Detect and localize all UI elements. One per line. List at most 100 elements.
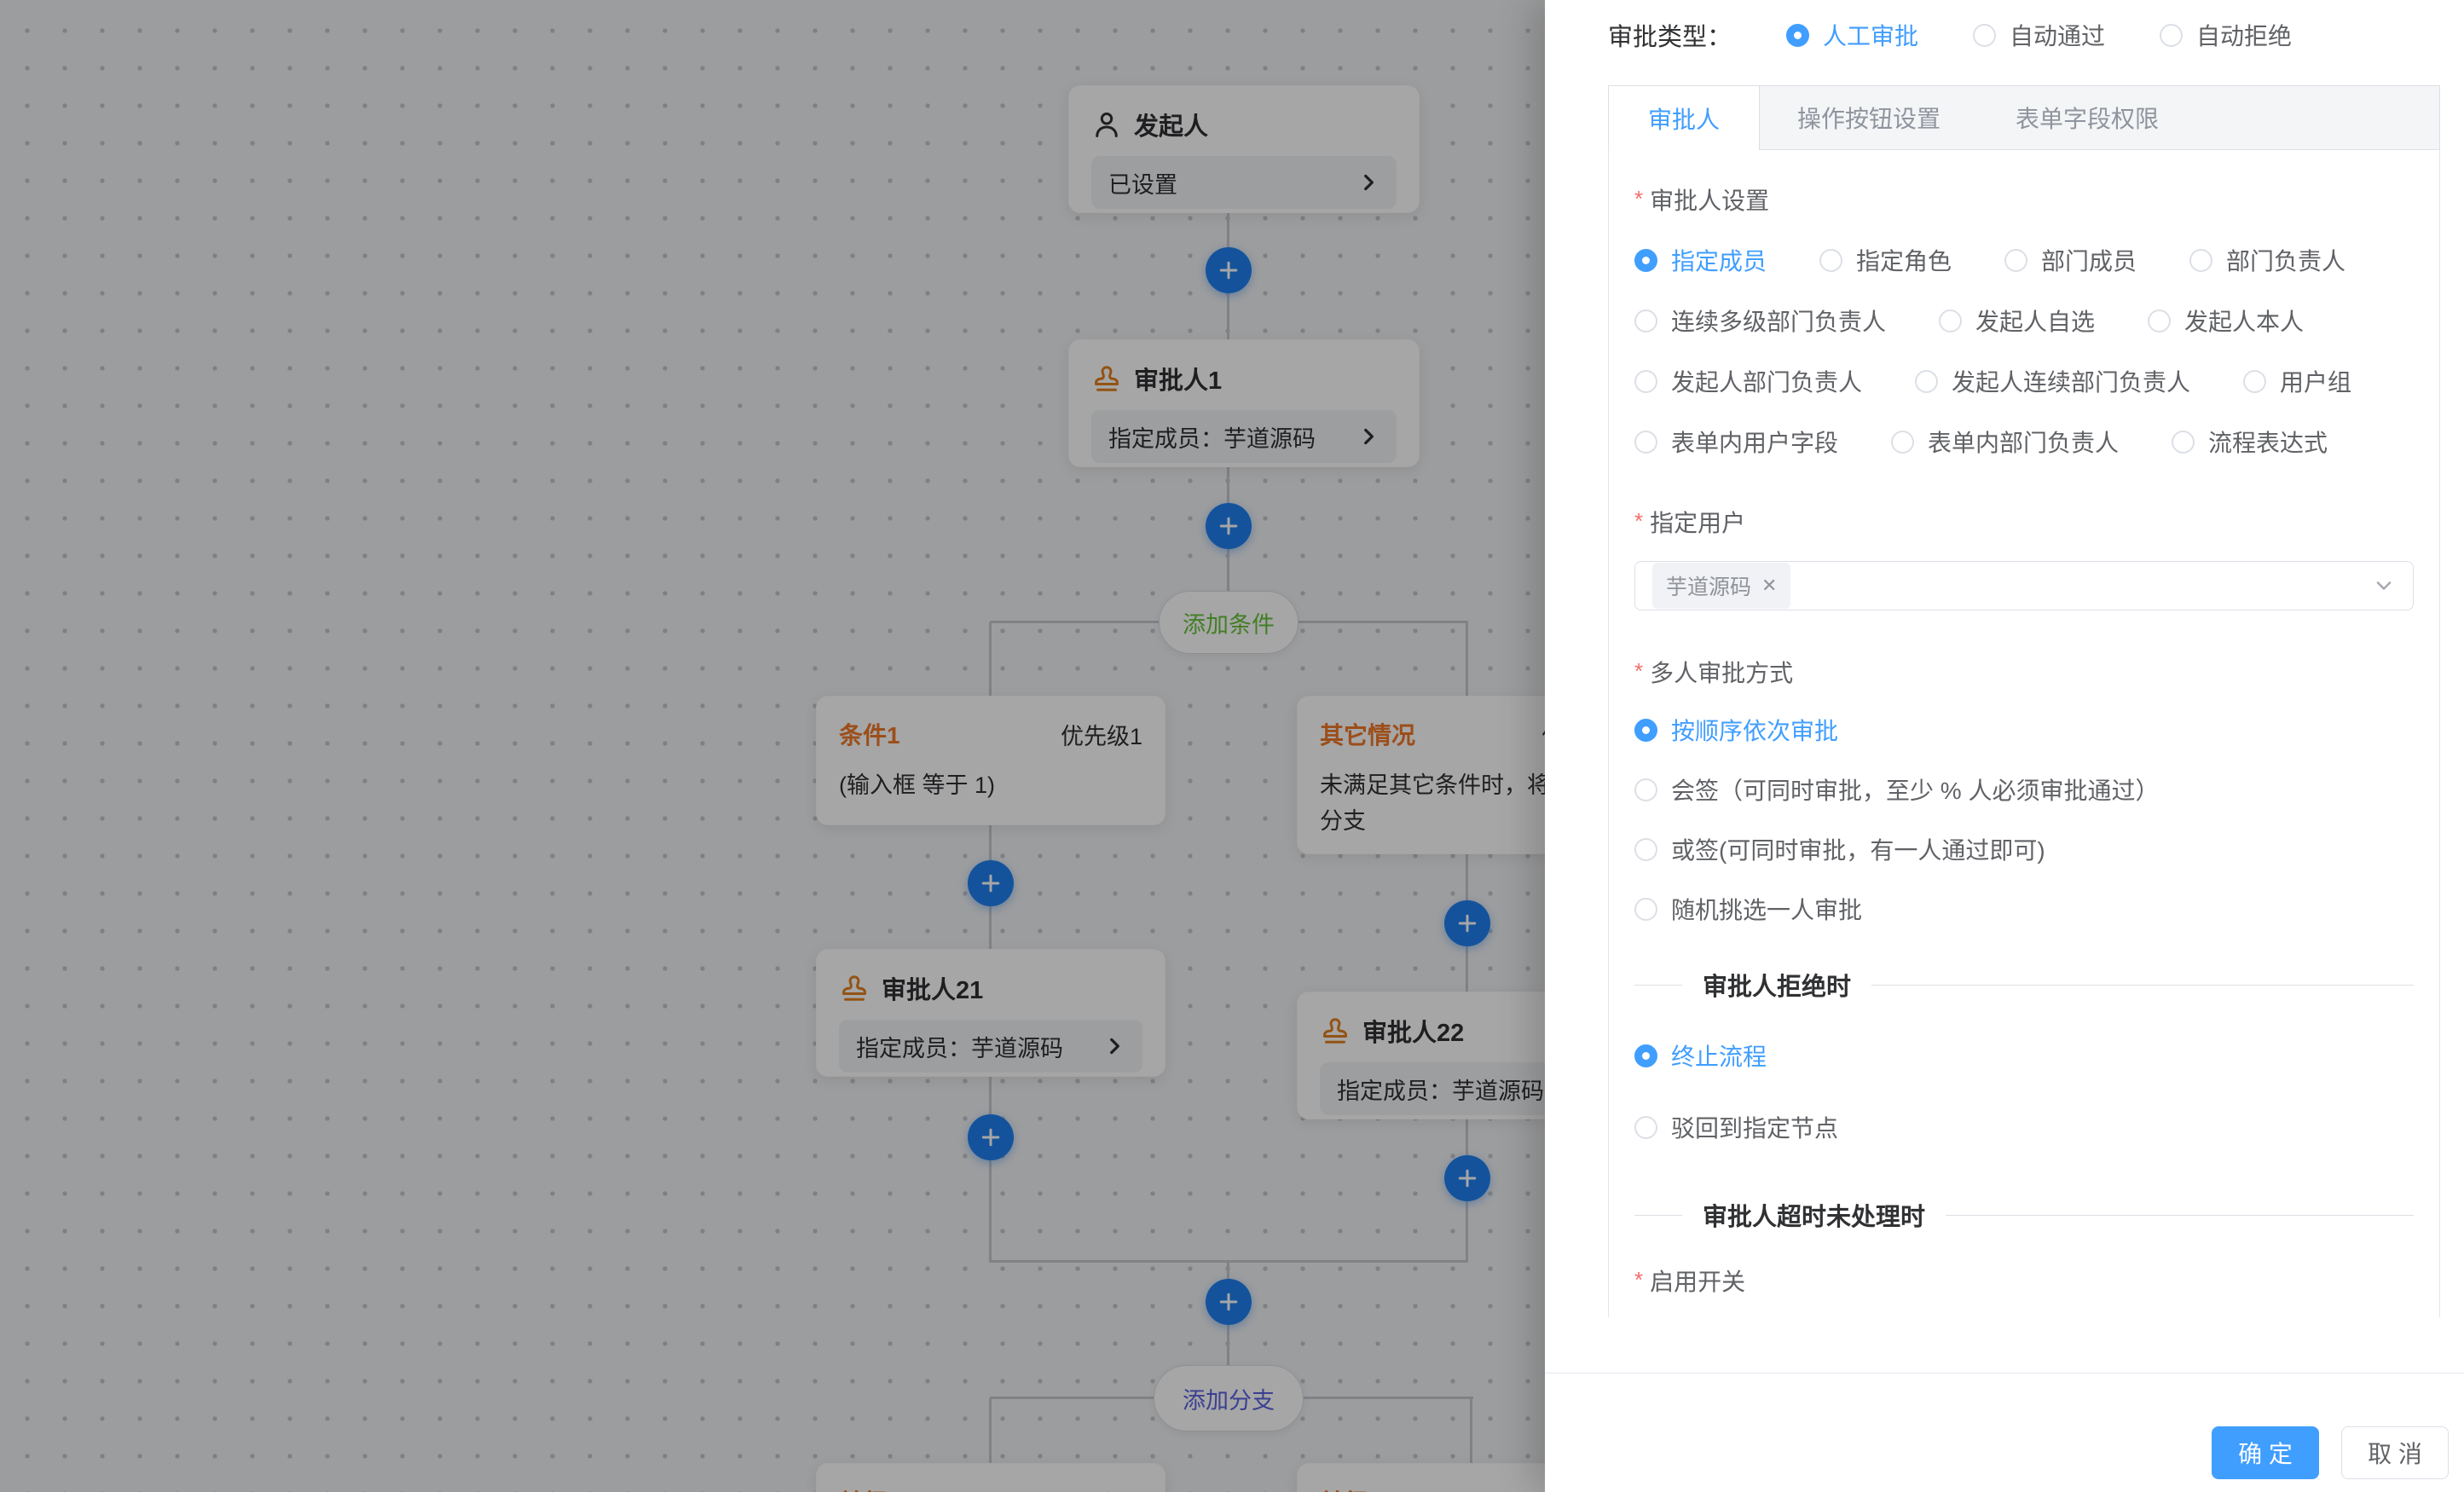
radio-assigned-role[interactable]: 指定角色 — [1819, 243, 1952, 277]
radio-return-to-node[interactable]: 驳回到指定节点 — [1634, 1110, 1838, 1144]
radio-dot — [1891, 431, 1914, 454]
confirm-button[interactable]: 确 定 — [2212, 1426, 2319, 1479]
radio-dot — [1634, 370, 1657, 393]
approver-setting-row-2: 连续多级部门负责人 发起人自选 发起人本人 — [1634, 304, 2414, 338]
tag-close-icon[interactable]: ✕ — [1761, 576, 1777, 595]
radio-dot — [1634, 838, 1657, 861]
radio-sequential-approve[interactable]: 按顺序依次审批 — [1634, 713, 1838, 747]
radio-form-dept-leader[interactable]: 表单内部门负责人 — [1891, 425, 2119, 459]
radio-user-group[interactable]: 用户组 — [2243, 364, 2351, 398]
assign-user-label: * 指定用户 — [1634, 505, 2414, 539]
radio-initiator-choose[interactable]: 发起人自选 — [1939, 304, 2095, 338]
radio-label: 发起人自选 — [1975, 304, 2095, 338]
assign-user-select[interactable]: 芋道源码 ✕ — [1634, 561, 2414, 610]
radio-dot — [1973, 24, 1996, 47]
user-tag: 芋道源码 ✕ — [1652, 563, 1790, 609]
approval-type-label: 审批类型： — [1608, 17, 1732, 53]
radio-assigned-member[interactable]: 指定成员 — [1634, 243, 1767, 277]
tab-approver[interactable]: 审批人 — [1609, 86, 1760, 150]
field-label-text: 指定用户 — [1650, 505, 1745, 539]
divider-title: 审批人超时未处理时 — [1703, 1197, 1925, 1233]
radio-dot — [1915, 370, 1938, 393]
radio-dot — [2160, 24, 2183, 47]
radio-dot — [1634, 249, 1657, 272]
config-tab-card: 审批人 操作按钮设置 表单字段权限 * 审批人设置 指定成员 指定角色 部门成员… — [1608, 85, 2440, 1317]
multi-approve-options: 按顺序依次审批 会签（可同时审批，至少 % 人必须审批通过） 或签(可同时审批，… — [1634, 713, 2414, 926]
radio-orsign[interactable]: 或签(可同时审批，有一人通过即可) — [1634, 832, 2045, 866]
cancel-button[interactable]: 取 消 — [2341, 1426, 2449, 1479]
approver-setting-row-3: 发起人部门负责人 发起人连续部门负责人 用户组 — [1634, 364, 2414, 398]
radio-label: 驳回到指定节点 — [1671, 1110, 1838, 1144]
radio-label: 随机挑选一人审批 — [1671, 892, 1862, 926]
radio-dot — [1634, 1044, 1657, 1067]
radio-label: 会签（可同时审批，至少 % 人必须审批通过） — [1671, 772, 2159, 807]
radio-manual-approve[interactable]: 人工审批 — [1786, 18, 1918, 52]
radio-auto-pass[interactable]: 自动通过 — [1973, 18, 2105, 52]
radio-label: 按顺序依次审批 — [1671, 713, 1838, 747]
radio-label: 发起人部门负责人 — [1671, 364, 1862, 398]
field-label-text: 启用开关 — [1650, 1264, 1745, 1298]
enable-switch-label: * 启用开关 — [1634, 1264, 2414, 1298]
radio-dot — [1634, 431, 1657, 454]
divider-line — [1871, 985, 2414, 986]
field-label-text: 审批人设置 — [1650, 182, 1769, 217]
radio-dot — [1939, 309, 1962, 333]
radio-dot — [2172, 431, 2195, 454]
tab-bar: 审批人 操作按钮设置 表单字段权限 — [1608, 85, 2440, 150]
radio-label: 部门成员 — [2041, 243, 2137, 277]
radio-label: 自动拒绝 — [2196, 18, 2292, 52]
radio-label: 部门负责人 — [2226, 243, 2345, 277]
radio-label: 表单内用户字段 — [1671, 425, 1838, 459]
tab-form-field-permissions[interactable]: 表单字段权限 — [1978, 86, 2196, 149]
radio-random-one[interactable]: 随机挑选一人审批 — [1634, 892, 1862, 926]
field-label-text: 多人审批方式 — [1650, 655, 1793, 689]
radio-dot — [2189, 249, 2212, 272]
radio-label: 终止流程 — [1671, 1038, 1767, 1073]
radio-flow-expression[interactable]: 流程表达式 — [2172, 425, 2328, 459]
divider-line — [1634, 985, 1682, 986]
user-tag-text: 芋道源码 — [1666, 570, 1751, 601]
required-asterisk: * — [1634, 505, 1643, 532]
radio-dept-leader[interactable]: 部门负责人 — [2189, 243, 2345, 277]
radio-label: 或签(可同时审批，有一人通过即可) — [1671, 832, 2045, 866]
divider-line — [1634, 1215, 1682, 1216]
approval-config-drawer: 审批类型： 人工审批 自动通过 自动拒绝 审批人 操作按钮设置 — [1545, 0, 2464, 1492]
radio-dot — [1634, 309, 1657, 333]
radio-label: 用户组 — [2280, 364, 2351, 398]
radio-form-user-field[interactable]: 表单内用户字段 — [1634, 425, 1838, 459]
radio-terminate-flow[interactable]: 终止流程 — [1634, 1038, 1767, 1073]
timeout-section-divider: 审批人超时未处理时 — [1634, 1197, 2414, 1233]
radio-dot — [2148, 309, 2171, 333]
reject-options: 终止流程 驳回到指定节点 — [1634, 1038, 2414, 1144]
radio-label: 流程表达式 — [2208, 425, 2328, 459]
multi-approve-label: * 多人审批方式 — [1634, 655, 2414, 689]
radio-initiator-multi-dept-leader[interactable]: 发起人连续部门负责人 — [1915, 364, 2190, 398]
radio-label: 指定角色 — [1856, 243, 1952, 277]
drawer-body: 审批类型： 人工审批 自动通过 自动拒绝 审批人 操作按钮设置 — [1545, 0, 2464, 1317]
radio-multi-level-dept-leader[interactable]: 连续多级部门负责人 — [1634, 304, 1886, 338]
drawer-footer: 确 定 取 消 — [1545, 1373, 2464, 1492]
approver-setting-row-4: 表单内用户字段 表单内部门负责人 流程表达式 — [1634, 425, 2414, 459]
radio-dot — [2004, 249, 2027, 272]
approver-setting-row-1: 指定成员 指定角色 部门成员 部门负责人 — [1634, 243, 2414, 277]
radio-dot — [1634, 719, 1657, 742]
radio-initiator-self[interactable]: 发起人本人 — [2148, 304, 2304, 338]
required-asterisk: * — [1634, 655, 1643, 682]
tab-button-settings[interactable]: 操作按钮设置 — [1760, 86, 1978, 149]
radio-dot — [1634, 898, 1657, 921]
divider-line — [1946, 1215, 2414, 1216]
radio-dot — [1819, 249, 1842, 272]
radio-dept-member[interactable]: 部门成员 — [2004, 243, 2137, 277]
required-asterisk: * — [1634, 1264, 1643, 1291]
radio-dot — [1634, 1116, 1657, 1139]
radio-label: 人工审批 — [1823, 18, 1918, 52]
tab-body: * 审批人设置 指定成员 指定角色 部门成员 部门负责人 连续多级部门负责人 发… — [1608, 150, 2440, 1317]
chevron-down-icon — [2372, 574, 2396, 598]
radio-label: 自动通过 — [2010, 18, 2105, 52]
radio-initiator-dept-leader[interactable]: 发起人部门负责人 — [1634, 364, 1862, 398]
divider-title: 审批人拒绝时 — [1703, 967, 1851, 1003]
radio-auto-reject[interactable]: 自动拒绝 — [2160, 18, 2292, 52]
workflow-designer: 发起人 已设置 审批人1 指定成员：芋道源码 添加条件 — [0, 0, 2464, 1492]
radio-dot — [1634, 778, 1657, 801]
radio-countersign[interactable]: 会签（可同时审批，至少 % 人必须审批通过） — [1634, 772, 2159, 807]
